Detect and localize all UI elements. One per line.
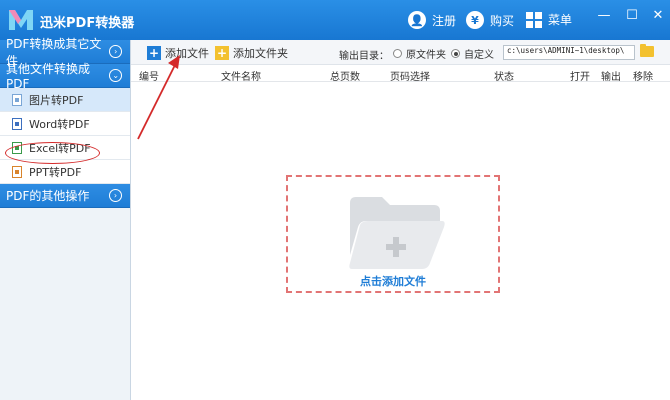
menu-button[interactable]: 菜单 — [526, 11, 572, 28]
drop-zone[interactable]: 点击添加文件 — [286, 175, 500, 293]
sidebar-item-image-to-pdf[interactable]: 图片转PDF — [0, 88, 130, 112]
app-title: 迅米PDF转换器 — [40, 16, 135, 31]
ppt-file-icon — [12, 165, 22, 178]
menu-label: 菜单 — [548, 13, 573, 27]
column-header-filename: 文件名称 — [221, 72, 261, 83]
output-dir-label: 输出目录： — [339, 51, 389, 62]
sidebar-item-label: PPT转PDF — [29, 165, 82, 179]
add-file-label: 添加文件 — [165, 47, 209, 60]
column-header-pages: 总页数 — [330, 72, 360, 83]
add-folder-label: 添加文件夹 — [233, 47, 288, 60]
chevron-right-icon: › — [109, 45, 122, 58]
radio-label: 自定义 — [464, 50, 494, 61]
add-folder-button[interactable]: + 添加文件夹 — [215, 45, 288, 61]
app-logo-icon — [9, 10, 33, 30]
folder-add-icon — [349, 197, 445, 269]
plus-icon: + — [147, 46, 161, 60]
column-header-id: 编号 — [139, 72, 159, 83]
output-path-input[interactable]: c:\users\ADMINI~1\desktop\ — [503, 45, 635, 60]
word-file-icon — [12, 117, 22, 130]
image-file-icon — [12, 93, 22, 106]
column-header-open: 打开 — [570, 72, 590, 83]
browse-folder-icon[interactable] — [640, 44, 654, 57]
sidebar-item-label: Word转PDF — [29, 117, 90, 131]
file-table-header: 编号 文件名称 总页数 页码选择 状态 打开 输出 移除 — [131, 65, 670, 83]
sidebar: PDF转换成其它文件 › 其他文件转换成PDF ⌄ 图片转PDF Word转PD… — [0, 37, 131, 400]
register-button[interactable]: 👤 注册 — [408, 11, 456, 29]
column-header-output: 输出 — [601, 72, 621, 83]
sidebar-group-pdf-other-ops[interactable]: PDF的其他操作 › — [0, 184, 130, 208]
radio-original-folder[interactable]: 原文件夹 — [393, 46, 446, 61]
sidebar-group-label: 其他文件转换成PDF — [6, 62, 91, 91]
radio-label: 原文件夹 — [406, 50, 446, 61]
annotation-circle — [5, 142, 100, 164]
chevron-right-icon: › — [109, 189, 122, 202]
yen-icon: ¥ — [466, 11, 484, 29]
drop-zone-label: 点击添加文件 — [360, 275, 426, 288]
column-header-status: 状态 — [494, 72, 514, 83]
add-file-button[interactable]: + 添加文件 — [147, 45, 209, 61]
maximize-button[interactable]: ☐ — [625, 9, 639, 23]
minimize-button[interactable]: — — [597, 9, 611, 23]
column-header-remove: 移除 — [633, 72, 653, 83]
grid-menu-icon — [526, 11, 542, 28]
close-button[interactable]: ✕ — [651, 9, 665, 23]
radio-checked-icon — [451, 49, 460, 58]
buy-button[interactable]: ¥ 购买 — [466, 11, 514, 29]
radio-icon — [393, 49, 402, 58]
plus-folder-icon: + — [215, 46, 229, 60]
toolbar: + 添加文件 + 添加文件夹 输出目录： 原文件夹 自定义 c:\users\A… — [131, 40, 670, 65]
user-icon: 👤 — [408, 11, 426, 29]
sidebar-item-word-to-pdf[interactable]: Word转PDF — [0, 112, 130, 136]
buy-label: 购买 — [490, 13, 515, 28]
column-header-page-select: 页码选择 — [390, 72, 430, 83]
sidebar-item-label: 图片转PDF — [29, 93, 84, 107]
sidebar-group-other-to-pdf[interactable]: 其他文件转换成PDF ⌄ — [0, 62, 130, 91]
register-label: 注册 — [432, 13, 457, 28]
chevron-down-icon: ⌄ — [109, 69, 122, 82]
sidebar-group-label: PDF的其他操作 — [6, 189, 90, 203]
radio-custom-folder[interactable]: 自定义 — [451, 46, 494, 61]
